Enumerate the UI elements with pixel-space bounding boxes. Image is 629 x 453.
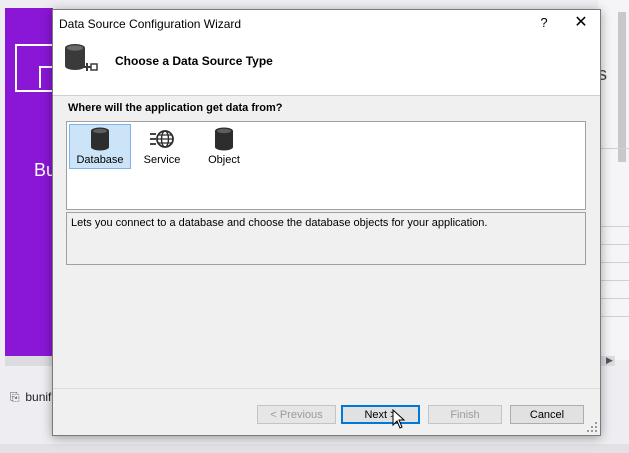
resize-grip-icon[interactable]: [587, 422, 597, 432]
data-source-type-list: Database Service Object: [66, 121, 586, 210]
finish-button[interactable]: Finish: [428, 405, 502, 424]
dialog-title: Data Source Configuration Wizard: [59, 17, 242, 31]
data-source-wizard-dialog: Data Source Configuration Wizard ? ✕ Cho…: [52, 9, 601, 436]
help-button[interactable]: ?: [537, 15, 551, 31]
close-button[interactable]: ✕: [571, 13, 591, 33]
object-icon: [215, 127, 233, 151]
scroll-right-arrow-icon[interactable]: ▶: [606, 355, 613, 366]
type-description-box: Lets you connect to a database and choos…: [66, 212, 586, 265]
service-icon: [150, 130, 174, 148]
mouse-cursor-icon: [392, 409, 406, 429]
dialog-titlebar: Data Source Configuration Wizard ? ✕: [53, 10, 600, 37]
next-button[interactable]: Next >: [341, 405, 420, 424]
solution-item[interactable]: ⎘ bunifi: [10, 390, 54, 405]
wizard-header: Choose a Data Source Type: [53, 37, 600, 96]
type-object[interactable]: Object: [193, 124, 255, 169]
database-icon: [91, 127, 109, 151]
type-service[interactable]: Service: [131, 124, 193, 169]
type-description-text: Lets you connect to a database and choos…: [71, 217, 488, 229]
previous-button[interactable]: < Previous: [257, 405, 336, 424]
project-icon: ⎘: [10, 390, 20, 404]
cancel-button[interactable]: Cancel: [510, 405, 584, 424]
solution-item-label: bunifi: [25, 390, 55, 404]
type-database-label: Database: [76, 154, 124, 166]
footer-divider: [53, 388, 600, 389]
start-page-banner: [5, 8, 55, 356]
type-database[interactable]: Database: [69, 124, 131, 169]
status-bar: [0, 444, 629, 453]
vertical-scrollbar[interactable]: [618, 12, 626, 162]
wizard-page-title: Choose a Data Source Type: [115, 54, 273, 68]
type-object-label: Object: [208, 154, 240, 166]
data-source-question: Where will the application get data from…: [68, 102, 283, 114]
type-service-label: Service: [143, 154, 181, 166]
data-source-icon: [65, 44, 98, 71]
